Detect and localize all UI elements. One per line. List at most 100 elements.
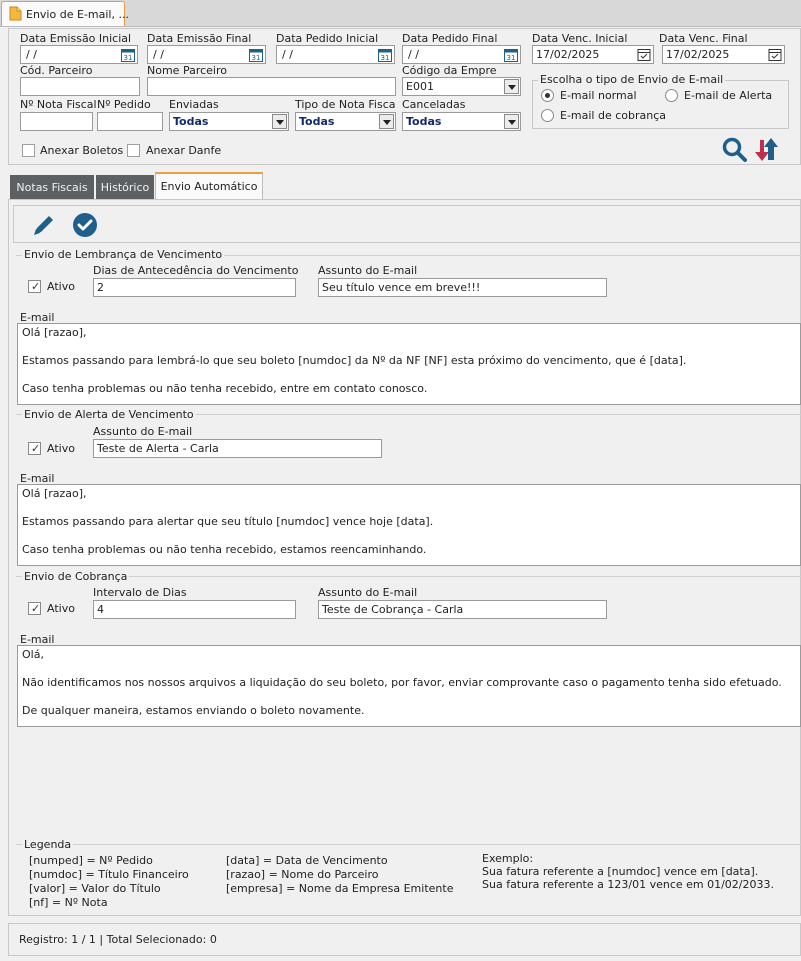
alerta-ativo-label: Ativo	[47, 442, 75, 455]
email-line: Olá [razao],	[22, 326, 87, 339]
lembranca-email-textarea[interactable]: Olá [razao], Estamos passando para lembrá…	[17, 323, 801, 405]
data-emissao-inicial-field[interactable]: / / 31	[20, 45, 138, 64]
data-pedido-inicial-field[interactable]: / / 31	[276, 45, 395, 64]
legenda-item: [empresa] = Nome da Empresa Emitente	[226, 882, 454, 895]
confirm-check-icon[interactable]	[72, 212, 98, 238]
pedido-input[interactable]	[97, 112, 163, 131]
tab-historico[interactable]: Histórico	[96, 175, 154, 199]
canceladas-value: Todas	[406, 115, 442, 128]
enviadas-value: Todas	[173, 115, 209, 128]
transfer-arrows-icon[interactable]	[753, 136, 779, 164]
data-pedido-final-field[interactable]: / / 31	[402, 45, 521, 64]
enviadas-label: Enviadas	[169, 98, 219, 111]
calendar-icon[interactable]: 31	[249, 47, 263, 62]
email-line-blank	[22, 662, 796, 676]
cobranca-intervalo-label: Intervalo de Dias	[93, 586, 187, 599]
radio-email-alerta[interactable]	[665, 89, 678, 102]
data-emissao-final-value: / /	[153, 48, 164, 61]
alerta-ativo-checkbox[interactable]: ✓	[28, 442, 41, 455]
calendar-icon[interactable]: 31	[378, 47, 392, 62]
email-line-blank	[22, 529, 796, 543]
svg-text:31: 31	[381, 54, 390, 62]
lembranca-assunto-label: Assunto do E-mail	[318, 264, 418, 277]
legenda-exemplo-line: Sua fatura referente a [numdoc] vence em…	[482, 865, 759, 878]
lembranca-dias-input[interactable]: 2	[93, 278, 296, 297]
calendar-icon[interactable]: 31	[121, 47, 135, 62]
codigo-empresa-select[interactable]: E001	[402, 77, 521, 96]
enviadas-select[interactable]: Todas	[169, 112, 289, 131]
cobranca-ativo-checkbox[interactable]: ✓	[28, 602, 41, 615]
cobranca-assunto-input[interactable]: Teste de Cobrança - Carla	[318, 600, 607, 619]
anexar-boletos-label: Anexar Boletos	[40, 144, 124, 157]
radio-email-cobranca[interactable]	[541, 109, 554, 122]
alerta-assunto-label: Assunto do E-mail	[93, 425, 193, 438]
data-emissao-final-label: Data Emissão Final	[147, 32, 252, 45]
email-line: Caso tenha problemas ou não tenha recebi…	[22, 543, 427, 556]
legenda-exemplo-title: Exemplo:	[482, 852, 534, 865]
codigo-empresa-value: E001	[406, 80, 434, 93]
document-icon	[9, 6, 22, 21]
document-tab[interactable]: Envio de E-mail, ...	[1, 1, 129, 26]
svg-text:31: 31	[252, 54, 261, 62]
calendar-icon[interactable]	[768, 47, 782, 62]
calendar-icon[interactable]: 31	[504, 47, 518, 62]
status-bar: Registro: 1 / 1 | Total Selecionado: 0	[8, 923, 801, 956]
toolbar	[13, 205, 801, 243]
nota-fiscal-input[interactable]	[20, 112, 93, 131]
chevron-down-icon[interactable]	[272, 114, 287, 129]
data-venc-inicial-field[interactable]: 17/02/2025	[532, 45, 654, 64]
section-divider	[16, 576, 801, 577]
cobranca-assunto-label: Assunto do E-mail	[318, 586, 418, 599]
nome-parceiro-input[interactable]	[147, 77, 396, 96]
search-icon[interactable]	[722, 137, 748, 163]
edit-pencil-icon[interactable]	[30, 211, 58, 239]
legenda-divider	[16, 844, 801, 845]
radio-email-normal-label: E-mail normal	[560, 89, 637, 102]
data-pedido-final-label: Data Pedido Final	[402, 32, 498, 45]
legenda-exemplo-line: Sua fatura referente a 123/01 vence em 0…	[482, 878, 775, 891]
tipo-nota-label: Tipo de Nota Fisca	[295, 98, 396, 111]
data-pedido-inicial-value: / /	[282, 48, 293, 61]
calendar-icon[interactable]	[637, 47, 651, 62]
radio-email-alerta-label: E-mail de Alerta	[684, 89, 773, 102]
anexar-danfe-checkbox[interactable]	[127, 144, 140, 157]
codigo-empresa-label: Código da Empres	[402, 64, 497, 77]
tab-notas-fiscais[interactable]: Notas Fiscais	[10, 175, 94, 199]
alerta-title: Envio de Alerta de Vencimento	[22, 408, 196, 421]
data-venc-final-field[interactable]: 17/02/2025	[662, 45, 785, 64]
anexar-boletos-checkbox[interactable]	[22, 144, 35, 157]
email-line: Não identificamos nos nossos arquivos a …	[22, 676, 782, 689]
legenda-item: [numdoc] = Título Financeiro	[29, 868, 189, 881]
canceladas-select[interactable]: Todas	[402, 112, 521, 131]
email-line-blank	[22, 368, 796, 382]
legenda-item: [numped] = Nº Pedido	[29, 854, 153, 867]
tipo-nota-select[interactable]: Todas	[295, 112, 396, 131]
data-venc-final-label: Data Venc. Final	[659, 32, 748, 45]
svg-text:31: 31	[507, 54, 516, 62]
email-line-blank	[22, 340, 796, 354]
lembranca-ativo-label: Ativo	[47, 280, 75, 293]
tipo-nota-value: Todas	[299, 115, 335, 128]
data-pedido-final-value: / /	[408, 48, 419, 61]
chevron-down-icon[interactable]	[504, 79, 519, 94]
status-text: Registro: 1 / 1 | Total Selecionado: 0	[19, 933, 217, 946]
radio-email-normal[interactable]	[541, 89, 554, 102]
lembranca-assunto-input[interactable]: Seu título vence em breve!!!	[318, 278, 607, 297]
data-emissao-final-field[interactable]: / / 31	[147, 45, 266, 64]
chevron-down-icon[interactable]	[379, 114, 394, 129]
cobranca-email-textarea[interactable]: Olá, Não identificamos nos nossos arquivo…	[17, 645, 801, 727]
lembranca-ativo-checkbox[interactable]: ✓	[28, 280, 41, 293]
legenda-col-3: Exemplo: Sua fatura referente a [numdoc]…	[482, 852, 774, 891]
tab-historico-label: Histórico	[100, 181, 150, 194]
tab-envio-automatico[interactable]: Envio Automático	[155, 172, 263, 200]
data-venc-inicial-label: Data Venc. Inicial	[532, 32, 628, 45]
cobranca-intervalo-input[interactable]: 4	[93, 600, 296, 619]
legenda-item: [data] = Data de Vencimento	[226, 854, 388, 867]
chevron-down-icon[interactable]	[504, 114, 519, 129]
alerta-assunto-input[interactable]: Teste de Alerta - Carla	[93, 439, 382, 458]
cod-parceiro-input[interactable]	[20, 77, 140, 96]
data-venc-inicial-value: 17/02/2025	[536, 48, 600, 61]
nome-parceiro-label: Nome Parceiro	[147, 64, 227, 77]
anexar-danfe-label: Anexar Danfe	[146, 144, 222, 157]
alerta-email-textarea[interactable]: Olá [razao], Estamos passando para alerta…	[17, 484, 801, 566]
